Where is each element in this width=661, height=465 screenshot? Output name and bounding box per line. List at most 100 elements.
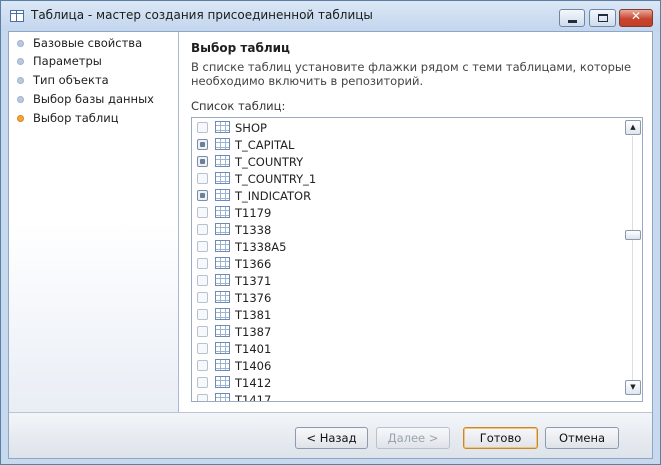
table-checkbox[interactable] [197,190,208,201]
list-item[interactable]: T_COUNTRY [192,153,622,170]
list-item[interactable]: T1179 [192,204,622,221]
list-item[interactable]: T1371 [192,272,622,289]
scroll-up-button[interactable]: ▲ [625,120,641,135]
list-item[interactable]: T1338A5 [192,238,622,255]
minimize-button[interactable] [559,9,585,27]
maximize-button[interactable] [589,9,616,27]
page-description: В списке таблиц установите флажки рядом … [191,60,632,88]
table-name: T1381 [235,308,272,322]
table-icon [215,325,230,337]
table-name: T1406 [235,359,272,373]
minimize-icon [568,20,577,23]
table-checkbox[interactable] [197,241,208,252]
table-icon [215,206,230,218]
table-name: T_COUNTRY [235,155,304,169]
table-checkbox[interactable] [197,275,208,286]
table-name: T1376 [235,291,272,305]
step-label: Выбор таблиц [33,111,119,125]
table-icon [215,138,230,150]
table-icon [215,189,230,201]
table-checkbox[interactable] [197,156,208,167]
step-bullet-icon [17,77,24,84]
step-bullet-icon [17,40,24,47]
table-checkbox[interactable] [197,394,208,401]
table-name: T1371 [235,274,272,288]
table-checkbox[interactable] [197,139,208,150]
list-item[interactable]: T1338 [192,221,622,238]
table-name: T1417 [235,393,272,402]
list-item[interactable]: T1401 [192,340,622,357]
table-icon [215,257,230,269]
list-item[interactable]: T_CAPITAL [192,136,622,153]
table-checkbox[interactable] [197,343,208,354]
scroll-down-button[interactable]: ▼ [625,380,641,395]
scrollbar-thumb[interactable] [625,230,641,240]
step-label: Параметры [33,54,102,68]
table-checkbox[interactable] [197,309,208,320]
table-name: T1366 [235,257,272,271]
maximize-icon [598,14,608,22]
table-icon [215,121,230,133]
table-icon [215,291,230,303]
table-icon [215,274,230,286]
table-icon [215,172,230,184]
step-label: Базовые свойства [33,36,143,50]
table-checkbox[interactable] [197,292,208,303]
table-icon [215,376,230,388]
table-checkbox[interactable] [197,173,208,184]
list-item[interactable]: T_COUNTRY_1 [192,170,622,187]
list-item[interactable]: T1381 [192,306,622,323]
table-name: T_INDICATOR [235,189,312,203]
table-checkbox[interactable] [197,377,208,388]
table-list[interactable]: SHOP T_CAPITAL T_COUNTRY T_COUNTRY_1 T_I… [191,117,643,402]
table-checkbox[interactable] [197,326,208,337]
list-item[interactable]: T1406 [192,357,622,374]
step-bullet-icon [17,58,24,65]
list-item[interactable]: SHOP [192,119,622,136]
step-label: Тип объекта [33,73,109,87]
step-label: Выбор базы данных [33,92,154,106]
table-checkbox[interactable] [197,360,208,371]
table-name: T1412 [235,376,272,390]
table-icon [215,359,230,371]
wizard-body: Базовые свойства Параметры Тип объекта В… [8,31,653,459]
table-name: T1338 [235,223,272,237]
table-icon [215,223,230,235]
scrollbar-track[interactable] [632,136,633,383]
table-list-label: Список таблиц: [191,99,286,113]
page-title: Выбор таблиц [191,41,290,55]
table-name: T1179 [235,206,272,220]
list-item[interactable]: T1412 [192,374,622,391]
step-bullet-icon [17,96,24,103]
list-item[interactable]: T1417 [192,391,622,402]
table-name: T_CAPITAL [235,138,295,152]
next-button[interactable]: Далее > [376,427,450,449]
table-checkbox[interactable] [197,207,208,218]
step-current-bullet-icon [17,115,24,122]
table-name: SHOP [235,121,267,135]
table-icon [215,393,230,401]
table-icon [215,308,230,320]
table-checkbox[interactable] [197,224,208,235]
list-item[interactable]: T1387 [192,323,622,340]
finish-button[interactable]: Готово [463,427,538,449]
cancel-button[interactable]: Отмена [545,427,619,449]
close-icon: ✕ [630,9,642,23]
table-icon [10,10,24,22]
back-button[interactable]: < Назад [295,427,368,449]
table-icon [215,342,230,354]
table-name: T_COUNTRY_1 [235,172,317,186]
wizard-steps: Базовые свойства Параметры Тип объекта В… [9,32,179,412]
list-item[interactable]: T_INDICATOR [192,187,622,204]
table-checkbox[interactable] [197,258,208,269]
table-name: T1401 [235,342,272,356]
list-item[interactable]: T1376 [192,289,622,306]
table-icon [215,240,230,252]
table-checkbox[interactable] [197,122,208,133]
list-item[interactable]: T1366 [192,255,622,272]
step-content: Выбор таблиц В списке таблиц установите … [180,32,652,412]
close-button[interactable]: ✕ [619,9,653,27]
table-icon [215,155,230,167]
list-scrollbar[interactable]: ▲ ▼ [624,118,642,401]
title-bar[interactable]: Таблица - мастер создания присоединенной… [1,1,660,31]
